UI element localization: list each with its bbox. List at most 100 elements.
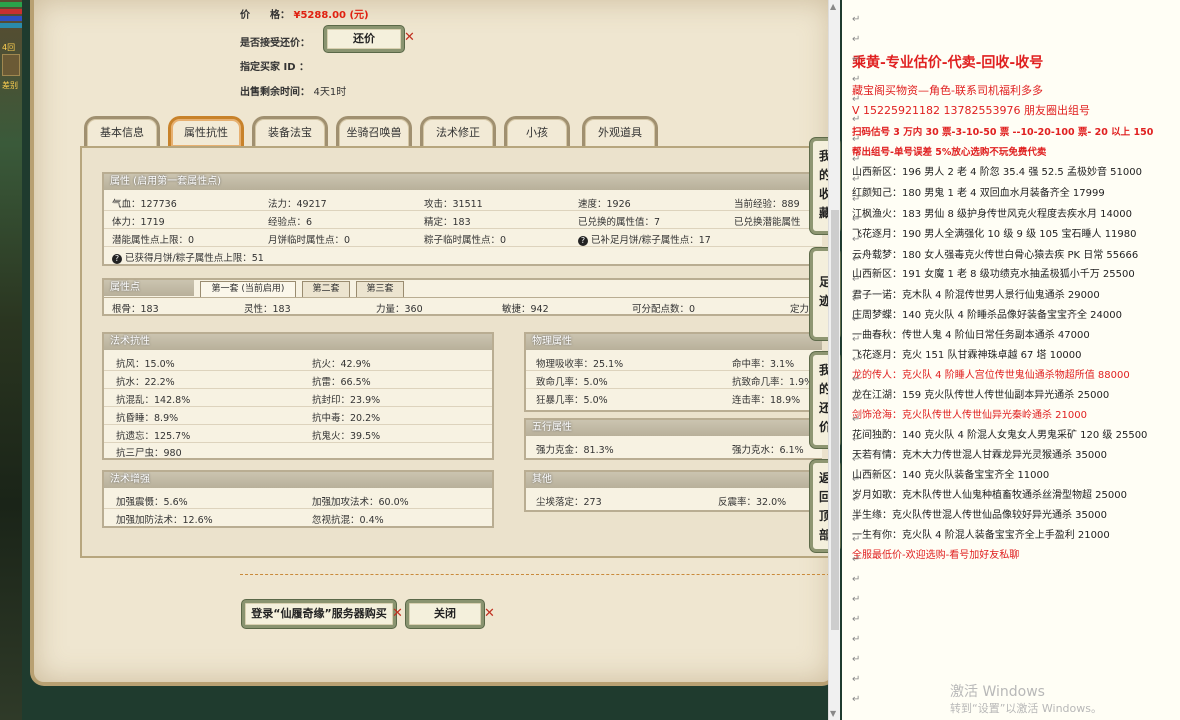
- enhance-header: 法术增强: [104, 472, 492, 488]
- elements-header: 五行属性: [526, 420, 822, 436]
- buy-close-icon[interactable]: ✕: [392, 606, 403, 621]
- attributes-header: 属性 (启用第一套属性点): [104, 174, 822, 190]
- tab-equipment[interactable]: 装备法宝: [252, 116, 328, 147]
- enhance-section: 法术增强 加强震慑：5.6% 加强加防法术：12.6% 加强加攻法术：60.0%…: [102, 470, 494, 528]
- bargain-label: 是否接受还价：: [240, 38, 310, 49]
- enhance-cell: 加强震慑：5.6%: [116, 497, 188, 508]
- scroll-down-icon[interactable]: ▼: [830, 709, 836, 718]
- enhance-cell: 加强加防法术：12.6%: [116, 515, 213, 526]
- enhance-cell: 加强加攻法术：60.0%: [312, 497, 409, 508]
- resist-header: 法术抗性: [104, 334, 492, 350]
- row-divider: [104, 442, 492, 443]
- hp-bar: [0, 2, 22, 7]
- paragraph-mark-icon: ↵: [852, 414, 861, 425]
- ap-bar: [0, 23, 22, 28]
- document-line: 全服最低价-欢迎选购-看号加好友私聊: [852, 550, 1020, 561]
- row-divider: [104, 424, 492, 425]
- points-tab-set2[interactable]: 第二套: [302, 281, 350, 297]
- scroll-up-icon[interactable]: ▲: [830, 2, 836, 11]
- paragraph-mark-icon: ↵: [852, 654, 861, 665]
- paragraph-mark-icon: ↵: [852, 14, 861, 25]
- document-line: 云舟载梦：180 女人强毒克火传世白骨心猿去疾 PK 日常 55666: [852, 250, 1139, 261]
- login-server-buy-button[interactable]: 登录“仙履奇缘”服务器购买: [242, 600, 396, 628]
- attr-cell: 已兑换潜能属性: [734, 217, 801, 228]
- points-tab-set1[interactable]: 第一套 (当前启用): [200, 281, 296, 297]
- activation-watermark-title: 激活 Windows: [950, 684, 1045, 700]
- resist-cell: 抗鬼火：39.5%: [312, 431, 381, 442]
- attr-cell: 气血：127736: [112, 199, 177, 210]
- round-label: 4回: [2, 43, 16, 52]
- attr-cell: 已兑换的属性值：7: [578, 217, 661, 228]
- tab-spell-mods[interactable]: 法术修正: [420, 116, 496, 147]
- close-x-icon[interactable]: ✕: [484, 606, 495, 621]
- attr-extra-text: 已获得月饼/粽子属性点上限：51: [125, 253, 264, 264]
- activation-watermark-subtitle: 转到“设置”以激活 Windows。: [950, 702, 1102, 715]
- other-cell: 尘埃落定：273: [536, 497, 602, 508]
- elements-section: 五行属性 强力克金：81.3% 强力克水：6.1%: [524, 418, 822, 460]
- points-cell: 灵性：183: [244, 304, 291, 315]
- elements-cell: 强力克金：81.3%: [536, 445, 614, 456]
- points-section: 属性点 第一套 (当前启用) 第二套 第三套 根骨：183 灵性：183 力量：…: [102, 278, 822, 316]
- paragraph-mark-icon: ↵: [852, 374, 861, 385]
- attr-cell: 法力：49217: [268, 199, 327, 210]
- document-line: 庄周梦蝶：140 克火队 4 阶睡杀品像好装备宝宝齐全 24000: [852, 310, 1122, 321]
- paragraph-mark-icon: ↵: [852, 234, 861, 245]
- character-icon[interactable]: [2, 54, 20, 76]
- paragraph-mark-icon: ↵: [852, 494, 861, 505]
- attr-cell: 攻击：31511: [424, 199, 483, 210]
- points-cell: 定力: [790, 304, 810, 315]
- tab-child[interactable]: 小孩: [504, 116, 570, 147]
- game-window-strip: 4回 差别: [0, 0, 22, 720]
- physical-cell: 物理吸收率：25.1%: [536, 359, 624, 370]
- document-line: 一生有你：克火队 4 阶混人装备宝宝齐全上手盈利 21000: [852, 530, 1110, 541]
- document-line: 花间独酌：140 克火队 4 阶混人女鬼女人男鬼采矿 120 级 25500: [852, 430, 1148, 441]
- document-line: 龙的传人：克火队 4 阶睡人宫位传世鬼仙通杀物超所值 88000: [852, 370, 1130, 381]
- attr-cell: 当前经验：889: [734, 199, 800, 210]
- document-line: 红颜知己：180 男鬼 1 老 4 双回血水月装备齐全 17999: [852, 188, 1105, 199]
- help-icon[interactable]: ?: [112, 254, 122, 264]
- points-header: 属性点: [104, 280, 194, 296]
- document-line: 飞花逐月：克火 151 队甘霖神珠卓越 67 塔 10000: [852, 350, 1082, 361]
- tab-mounts-summons[interactable]: 坐骑召唤兽: [336, 116, 412, 147]
- attr-extra: ? 已获得月饼/粽子属性点上限：51: [112, 250, 264, 264]
- document-line: V 15225921182 13782553976 朋友圈出组号: [852, 104, 1090, 117]
- paragraph-mark-icon: ↵: [852, 514, 861, 525]
- document-line: 飞花逐月：190 男人全满强化 10 级 9 级 105 宝石睡人 11980: [852, 229, 1137, 240]
- points-cell: 敏捷：942: [502, 304, 549, 315]
- paragraph-mark-icon: ↵: [852, 214, 861, 225]
- close-button[interactable]: 关闭: [406, 600, 484, 628]
- document-line: 天若有情：克木大力传世混人甘霖龙异光灵猴通杀 35000: [852, 450, 1107, 461]
- bargain-button[interactable]: 还价: [324, 26, 404, 52]
- document-line: 龙在江湖：159 克火队传世人传世仙副本异光通杀 25000: [852, 390, 1110, 401]
- time-label: 出售剩余时间：: [240, 87, 310, 98]
- dashed-divider: [240, 574, 830, 575]
- attributes-content: 属性 (启用第一套属性点) 气血：127736 法力：49217 攻击：3151…: [80, 146, 840, 558]
- row-divider: [104, 370, 492, 371]
- row-divider: [526, 370, 822, 371]
- exp-bar: [0, 16, 22, 21]
- paragraph-mark-icon: ↵: [852, 354, 861, 365]
- paragraph-mark-icon: ↵: [852, 294, 861, 305]
- bargain-close-icon[interactable]: ✕: [404, 30, 415, 45]
- other-cell: 反震率：32.0%: [718, 497, 787, 508]
- paragraph-mark-icon: ↵: [852, 274, 861, 285]
- resist-section: 法术抗性 抗风：15.0% 抗水：22.2% 抗混乱：142.8% 抗昏睡：8.…: [102, 332, 494, 460]
- help-icon[interactable]: ?: [578, 236, 588, 246]
- document-line: 岁月如歌：克木队传世人仙鬼种植畜牧通杀丝滑型物超 25000: [852, 490, 1127, 501]
- paragraph-mark-icon: ↵: [852, 154, 861, 165]
- mp-bar: [0, 9, 22, 14]
- paragraph-mark-icon: ↵: [852, 54, 861, 65]
- row-divider: [104, 228, 822, 229]
- buyer-row: 指定买家 ID ：: [240, 58, 309, 73]
- physical-cell: 抗致命几率：1.9%: [732, 377, 814, 388]
- document-line: 剑饰沧海：克火队传世人传世仙异光秦岭通杀 21000: [852, 410, 1087, 421]
- vertical-scrollbar[interactable]: ▲ ▼: [828, 0, 840, 720]
- tab-attributes-resist[interactable]: 属性抗性: [168, 116, 244, 147]
- attr-cell: 粽子临时属性点：0: [424, 235, 507, 246]
- tab-appearance[interactable]: 外观道具: [582, 116, 658, 147]
- points-tab-set3[interactable]: 第三套: [356, 281, 404, 297]
- tab-basic-info[interactable]: 基本信息: [84, 116, 160, 147]
- attr-cell: 月饼临时属性点：0: [268, 235, 351, 246]
- paragraph-mark-icon: ↵: [852, 254, 861, 265]
- scroll-thumb[interactable]: [831, 210, 839, 630]
